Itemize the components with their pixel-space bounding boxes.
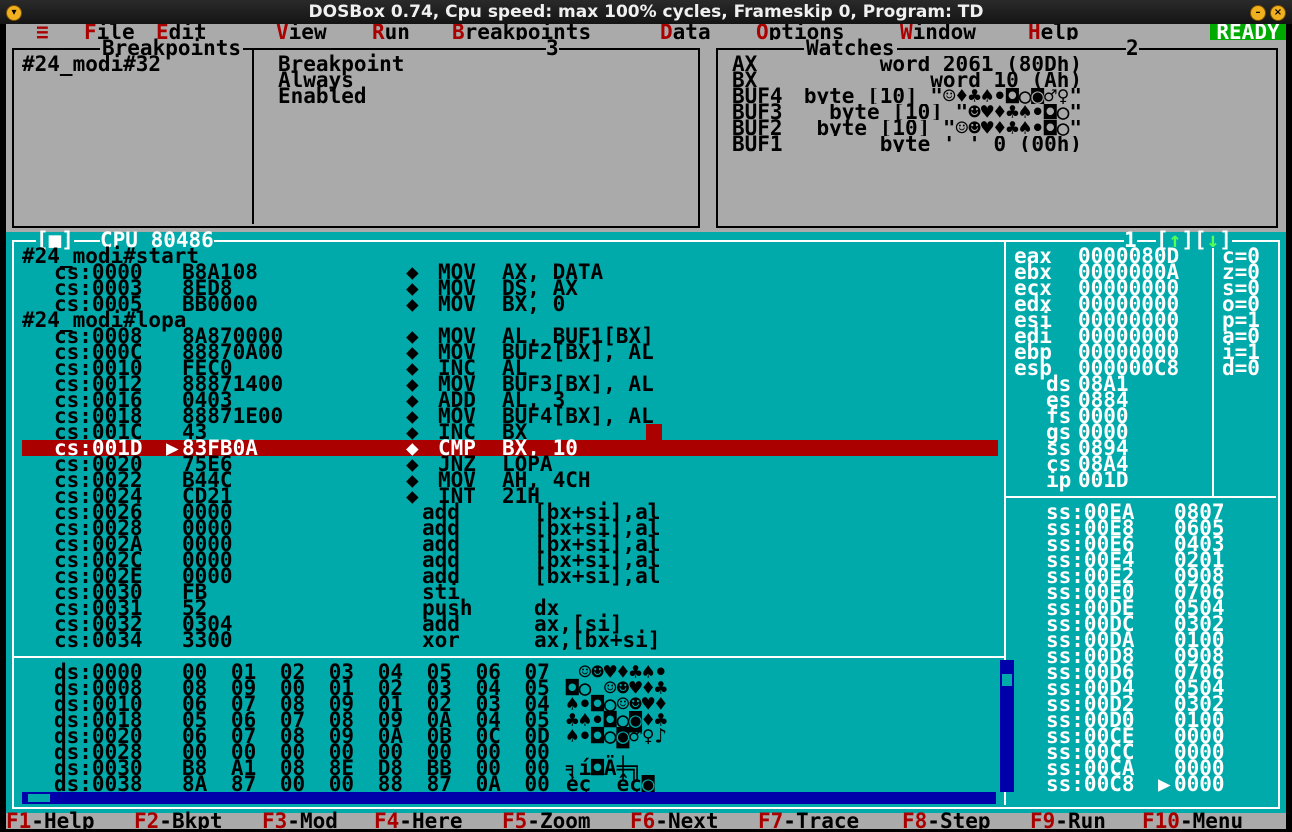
function-key-label: -Mod [287,809,338,830]
stack-value: 0000 [1174,772,1225,796]
key-f5-zoom[interactable]: F5-Zoom [502,811,591,830]
dos-screen: ≡ File Edit View Run Breakpoints Data Options W… [6,24,1286,829]
menu-help[interactable]: Help [1028,24,1079,43]
stack-address[interactable]: ss:00C8 [1046,774,1135,795]
minimize-icon[interactable]: – [1250,5,1266,21]
menu-breakpoints[interactable]: Breakpoints [452,24,591,43]
flag-value[interactable]: d=0 [1222,358,1260,379]
key-f4-here[interactable]: F4-Here [374,811,463,830]
code-bytes: BB0000 [182,292,258,316]
code-operands: BX, 0 [502,292,566,316]
function-key-label: -Step [927,809,991,830]
system-menu-icon[interactable]: ≡ [36,24,49,43]
function-key-name: F8 [902,809,928,830]
function-key-name: F2 [134,809,160,830]
watches-window[interactable]: Watches 2 AX word 2061 (80Dh) BX word 10 (A… [706,36,1286,232]
breakpoint-detail-status: Enabled [278,84,367,108]
function-key-label: -Bkpt [159,809,223,830]
code-mnemonic: MOV [438,292,476,316]
register-value[interactable]: 001D [1078,470,1129,491]
dump-bytes: 8A 87 00 00 88 87 0A 00 [182,772,550,796]
menu-run[interactable]: Run [372,24,410,43]
key-f7-trace[interactable]: F7-Trace [758,811,859,830]
function-key-name: F9 [1030,809,1056,830]
breakpoint-diamond-icon[interactable]: ◆ [406,294,419,315]
dump-horizontal-scrollbar[interactable] [22,792,996,804]
function-key-name: F10 [1142,809,1180,830]
key-f1-help[interactable]: F1-Help [6,811,95,830]
key-f8-step[interactable]: F8-Step [902,811,991,830]
register-name: ip [1046,468,1072,492]
dump-address[interactable]: ds:0038 [54,774,143,795]
window-menu-icon[interactable]: ▾ [6,5,22,21]
function-key-name: F6 [630,809,656,830]
code-operands: ax,[bx+si] [534,628,661,652]
code-address[interactable]: cs:0034 [54,630,143,651]
menu-view[interactable]: View [276,24,327,43]
status-ready-badge: READY [1210,24,1286,43]
key-f2-bkpt[interactable]: F2-Bkpt [134,811,223,830]
code-mnemonic: xor [422,628,460,652]
key-f6-next[interactable]: F6-Next [630,811,719,830]
function-key-label: -Next [655,809,719,830]
key-f10-menu[interactable]: F10-Menu [1142,811,1243,830]
watches-window-number: 2 [1126,36,1139,60]
function-key-label: -Help [31,809,95,830]
function-key-name: F3 [262,809,288,830]
watches-title: Watches [804,36,897,60]
function-key-name: F1 [6,809,32,830]
window-titlebar[interactable]: ▾ DOSBox 0.74, Cpu speed: max 100% cycle… [0,0,1292,24]
breakpoint-entry[interactable]: #24_modi#32 [22,54,161,75]
function-key-name: F5 [502,809,528,830]
dump-ascii: èç êç◙ [566,772,668,796]
function-key-label: -Here [399,809,463,830]
breakpoint-diamond-icon[interactable]: ◆ [406,486,419,507]
breakpoints-window-number: 3 [546,36,559,60]
function-key-name: F4 [374,809,400,830]
menu-data[interactable]: Data [660,24,711,43]
menu-window[interactable]: Window [900,24,976,43]
breakpoints-window[interactable]: Breakpoints 3 #24_modi#32 Breakpoint Alw… [6,36,706,232]
function-key-label: -Run [1055,809,1106,830]
code-operands: [bx+si],al [534,564,661,588]
window-title: DOSBox 0.74, Cpu speed: max 100% cycles,… [308,2,984,22]
watch-value: byte ' ' 0 (00h) [879,136,1082,152]
stack-pointer-icon: ▶ [1158,772,1171,796]
function-key-label: -Trace [783,809,860,830]
function-key-label: -Zoom [527,809,591,830]
function-key-bar: F1-Help F2-Bkpt F3-Mod F4-Here F5-Zoom F6-Nex… [6,811,1286,830]
cpu-window[interactable]: [■] CPU 80486 1 [↑][↓] #24_modi#start cs:… [6,230,1286,813]
close-icon[interactable]: × [1270,5,1286,21]
code-bytes: 3300 [182,628,233,652]
function-key-label: -Menu [1179,809,1244,830]
key-f9-run[interactable]: F9-Run [1030,811,1106,830]
watch-value: word 2061 (80Dh) [879,56,1082,72]
function-key-name: F7 [758,809,784,830]
dump-hscroll-thumb[interactable] [26,792,52,804]
key-f3-mod[interactable]: F3-Mod [262,811,338,830]
ip-pointer-icon: ▶ [166,436,179,460]
dump-scroll-thumb[interactable] [1000,672,1014,688]
